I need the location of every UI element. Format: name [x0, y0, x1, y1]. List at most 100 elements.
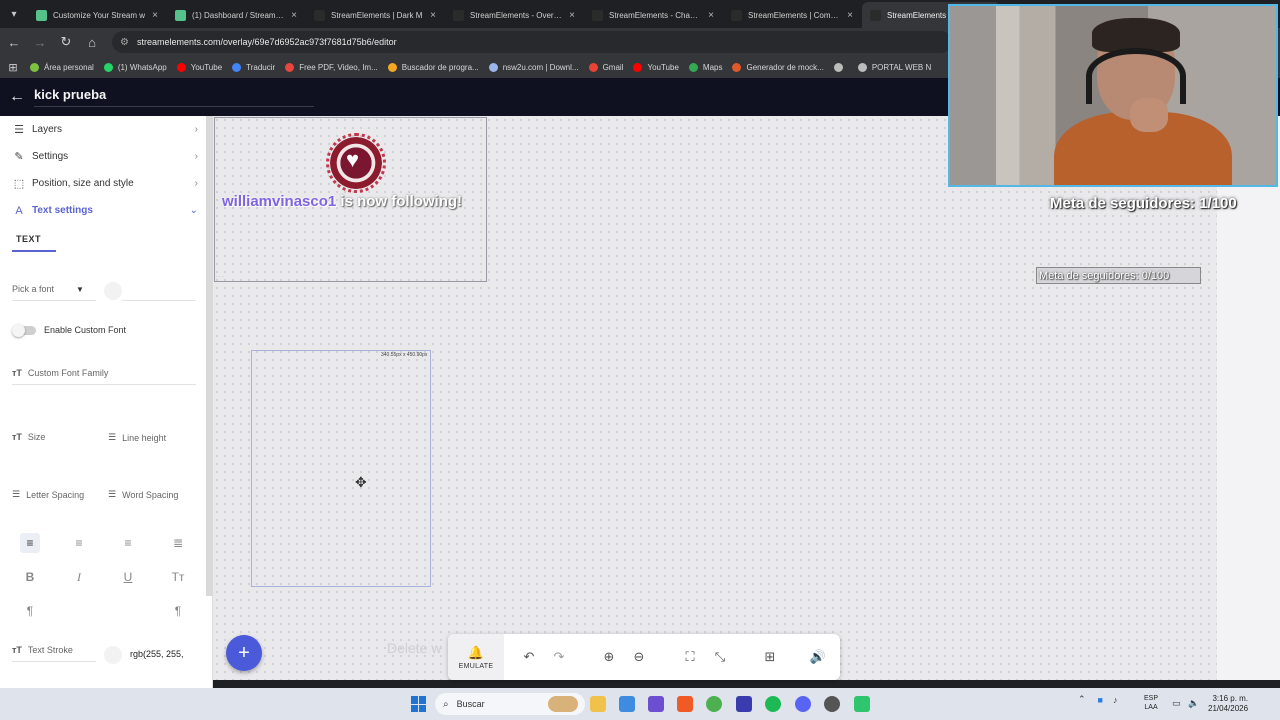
stroke-color-swatch[interactable] [104, 646, 122, 664]
overlay-name[interactable]: kick prueba [34, 87, 314, 107]
fit-screen-icon[interactable]: ⛶ [680, 647, 700, 667]
zoom-in-icon[interactable]: ⊕ [599, 647, 619, 667]
panel-row-position[interactable]: ⬚ Position, size and style › [0, 170, 212, 197]
bookmark-item[interactable]: Área personal [30, 62, 94, 72]
chrome-icon[interactable] [706, 696, 722, 712]
bookmark-item[interactable] [833, 62, 848, 72]
apps-grid-icon[interactable]: ⊞ [6, 60, 20, 74]
tab-close-icon[interactable]: × [847, 10, 853, 21]
bookmark-item[interactable]: Free PDF, Video, Im... [285, 62, 378, 72]
brave-icon[interactable] [677, 696, 693, 712]
tab-search-icon[interactable]: ▾ [0, 0, 28, 28]
align-right-icon[interactable]: ≡ [118, 533, 138, 553]
letter-spacing-field[interactable]: ☰ Letter Spacing [12, 489, 84, 500]
browser-tab[interactable]: StreamElements | Comple × [723, 2, 861, 28]
bookmark-item[interactable]: nsw2u.com | Downl... [488, 62, 579, 72]
paragraph-ltr-icon[interactable]: ¶ [20, 601, 40, 621]
sound-icon[interactable]: 🔊 [808, 647, 828, 667]
url-field[interactable]: ⚙ streamelements.com/overlay/69e7d6952ac… [112, 31, 952, 53]
file-explorer-icon[interactable] [590, 696, 606, 712]
mic-icon[interactable]: ♪ [1113, 695, 1118, 705]
undo-icon[interactable]: ↶ [519, 647, 539, 667]
font-select[interactable]: Pick a font ▼ [12, 284, 84, 294]
panel-row-text-settings[interactable]: A Text settings ⌄ [0, 197, 212, 224]
bookmark-item[interactable]: YouTube [176, 62, 222, 72]
home-icon[interactable]: ⌂ [80, 30, 104, 54]
reload-icon[interactable]: ↻ [54, 30, 78, 54]
editor-back-icon[interactable]: ← [0, 88, 34, 106]
bookmark-item[interactable]: (1) WhatsApp [103, 62, 167, 72]
tab-close-icon[interactable]: × [152, 10, 158, 21]
tab-close-icon[interactable]: × [708, 10, 714, 21]
language-indicator[interactable]: ESP LAA [1144, 694, 1158, 712]
underline-icon[interactable]: U [118, 567, 138, 587]
network-icon[interactable]: ▭ [1172, 698, 1181, 709]
bookmark-item[interactable]: Traducir [232, 62, 275, 72]
obs-icon[interactable] [824, 696, 840, 712]
zoom-out-icon[interactable]: ⊖ [629, 647, 649, 667]
text-case-icon[interactable]: Tт [168, 567, 188, 587]
vscode-icon[interactable] [619, 696, 635, 712]
bookmark-item[interactable]: PORTAL WEB N [857, 62, 931, 72]
browser-tab[interactable]: StreamElements - Channe × [584, 2, 722, 28]
emulate-button[interactable]: 🔔 EMULATE [448, 634, 504, 680]
tab-title: StreamElements | Comple [748, 10, 842, 20]
taskbar-clock[interactable]: 3:16 p. m. 21/04/2026 [1208, 694, 1248, 714]
panel-scrollbar[interactable] [206, 116, 213, 596]
stroke-color-value[interactable]: rgb(255, 255, [130, 649, 184, 659]
panel-row-layers[interactable]: ☰ Layers › [0, 116, 212, 143]
teams-icon[interactable] [648, 696, 664, 712]
tab-close-icon[interactable]: × [430, 10, 436, 21]
align-left-icon[interactable]: ≡ [20, 533, 40, 553]
redo-icon[interactable]: ↷ [549, 647, 569, 667]
bold-icon[interactable]: B [20, 567, 40, 587]
custom-font-family-placeholder: Custom Font Family [27, 368, 109, 378]
bookmark-item[interactable]: Maps [688, 62, 722, 72]
grid-icon[interactable]: ⊞ [760, 647, 780, 667]
text-stroke-field[interactable]: тT Text Stroke [12, 645, 73, 655]
browser-tab[interactable]: (1) Dashboard / Streamlab × [167, 2, 305, 28]
widgets-icon[interactable] [548, 696, 578, 712]
forward-icon[interactable]: → [28, 30, 52, 54]
chevron-up-icon[interactable]: ⌃ [1078, 694, 1086, 705]
paragraph-rtl-icon[interactable]: ¶ [168, 601, 188, 621]
line-height-field[interactable]: ☰ Line height [108, 432, 166, 443]
app-icon[interactable] [854, 696, 870, 712]
selected-text-widget[interactable] [251, 350, 431, 587]
browser-tab[interactable]: StreamElements | Dark M × [306, 2, 444, 28]
align-justify-icon[interactable]: ≣ [168, 533, 188, 553]
discord-icon[interactable] [795, 696, 811, 712]
spotify-icon[interactable] [765, 696, 781, 712]
add-widget-button[interactable]: + [226, 635, 262, 671]
browser-tab[interactable]: Customize Your Stream w × [28, 2, 166, 28]
tab-close-icon[interactable]: × [291, 10, 297, 21]
shield-icon[interactable]: ■ [1098, 695, 1103, 705]
custom-font-family-field[interactable]: тT Custom Font Family [12, 368, 108, 378]
back-icon[interactable]: ← [2, 30, 26, 54]
bookmark-item[interactable]: Buscador de progra... [387, 62, 479, 72]
word-spacing-placeholder: Word Spacing [122, 489, 179, 500]
windows-start-icon[interactable] [411, 696, 427, 712]
shrink-icon[interactable]: ⤡ [710, 647, 730, 667]
app-icon[interactable] [736, 696, 752, 712]
bookmark-item[interactable]: YouTube [633, 62, 679, 72]
follow-alert-text: williamvinasco1 is now following! [222, 193, 462, 210]
tab-favicon-icon [731, 9, 742, 21]
site-info-icon[interactable]: ⚙ [120, 37, 129, 48]
size-field[interactable]: тT Size [12, 432, 45, 442]
font-select-placeholder: Pick a font [12, 284, 55, 294]
tab-text[interactable]: TEXT [0, 224, 212, 250]
align-center-icon[interactable]: ≡ [69, 533, 89, 553]
italic-icon[interactable]: I [69, 567, 89, 587]
bookmark-item[interactable]: Gmail [588, 62, 623, 72]
word-spacing-field[interactable]: ☰ Word Spacing [108, 489, 178, 500]
custom-font-toggle[interactable]: Enable Custom Font [12, 323, 126, 337]
tab-close-icon[interactable]: × [569, 10, 575, 21]
panel-row-settings[interactable]: ✎ Settings › [0, 143, 212, 170]
goal-widget[interactable]: Meta de seguidores: 0/100 [1036, 267, 1201, 284]
browser-tab[interactable]: StreamElements - Overlay × [445, 2, 583, 28]
windows-taskbar: ⌕ Buscar ⌃ ■ ♪ ESP LAA ▭ 🔈 3:16 p. m. 21… [0, 688, 1280, 720]
volume-icon[interactable]: 🔈 [1188, 698, 1199, 709]
bookmark-item[interactable]: Generador de mock... [732, 62, 824, 72]
toggle-switch[interactable] [12, 323, 36, 337]
